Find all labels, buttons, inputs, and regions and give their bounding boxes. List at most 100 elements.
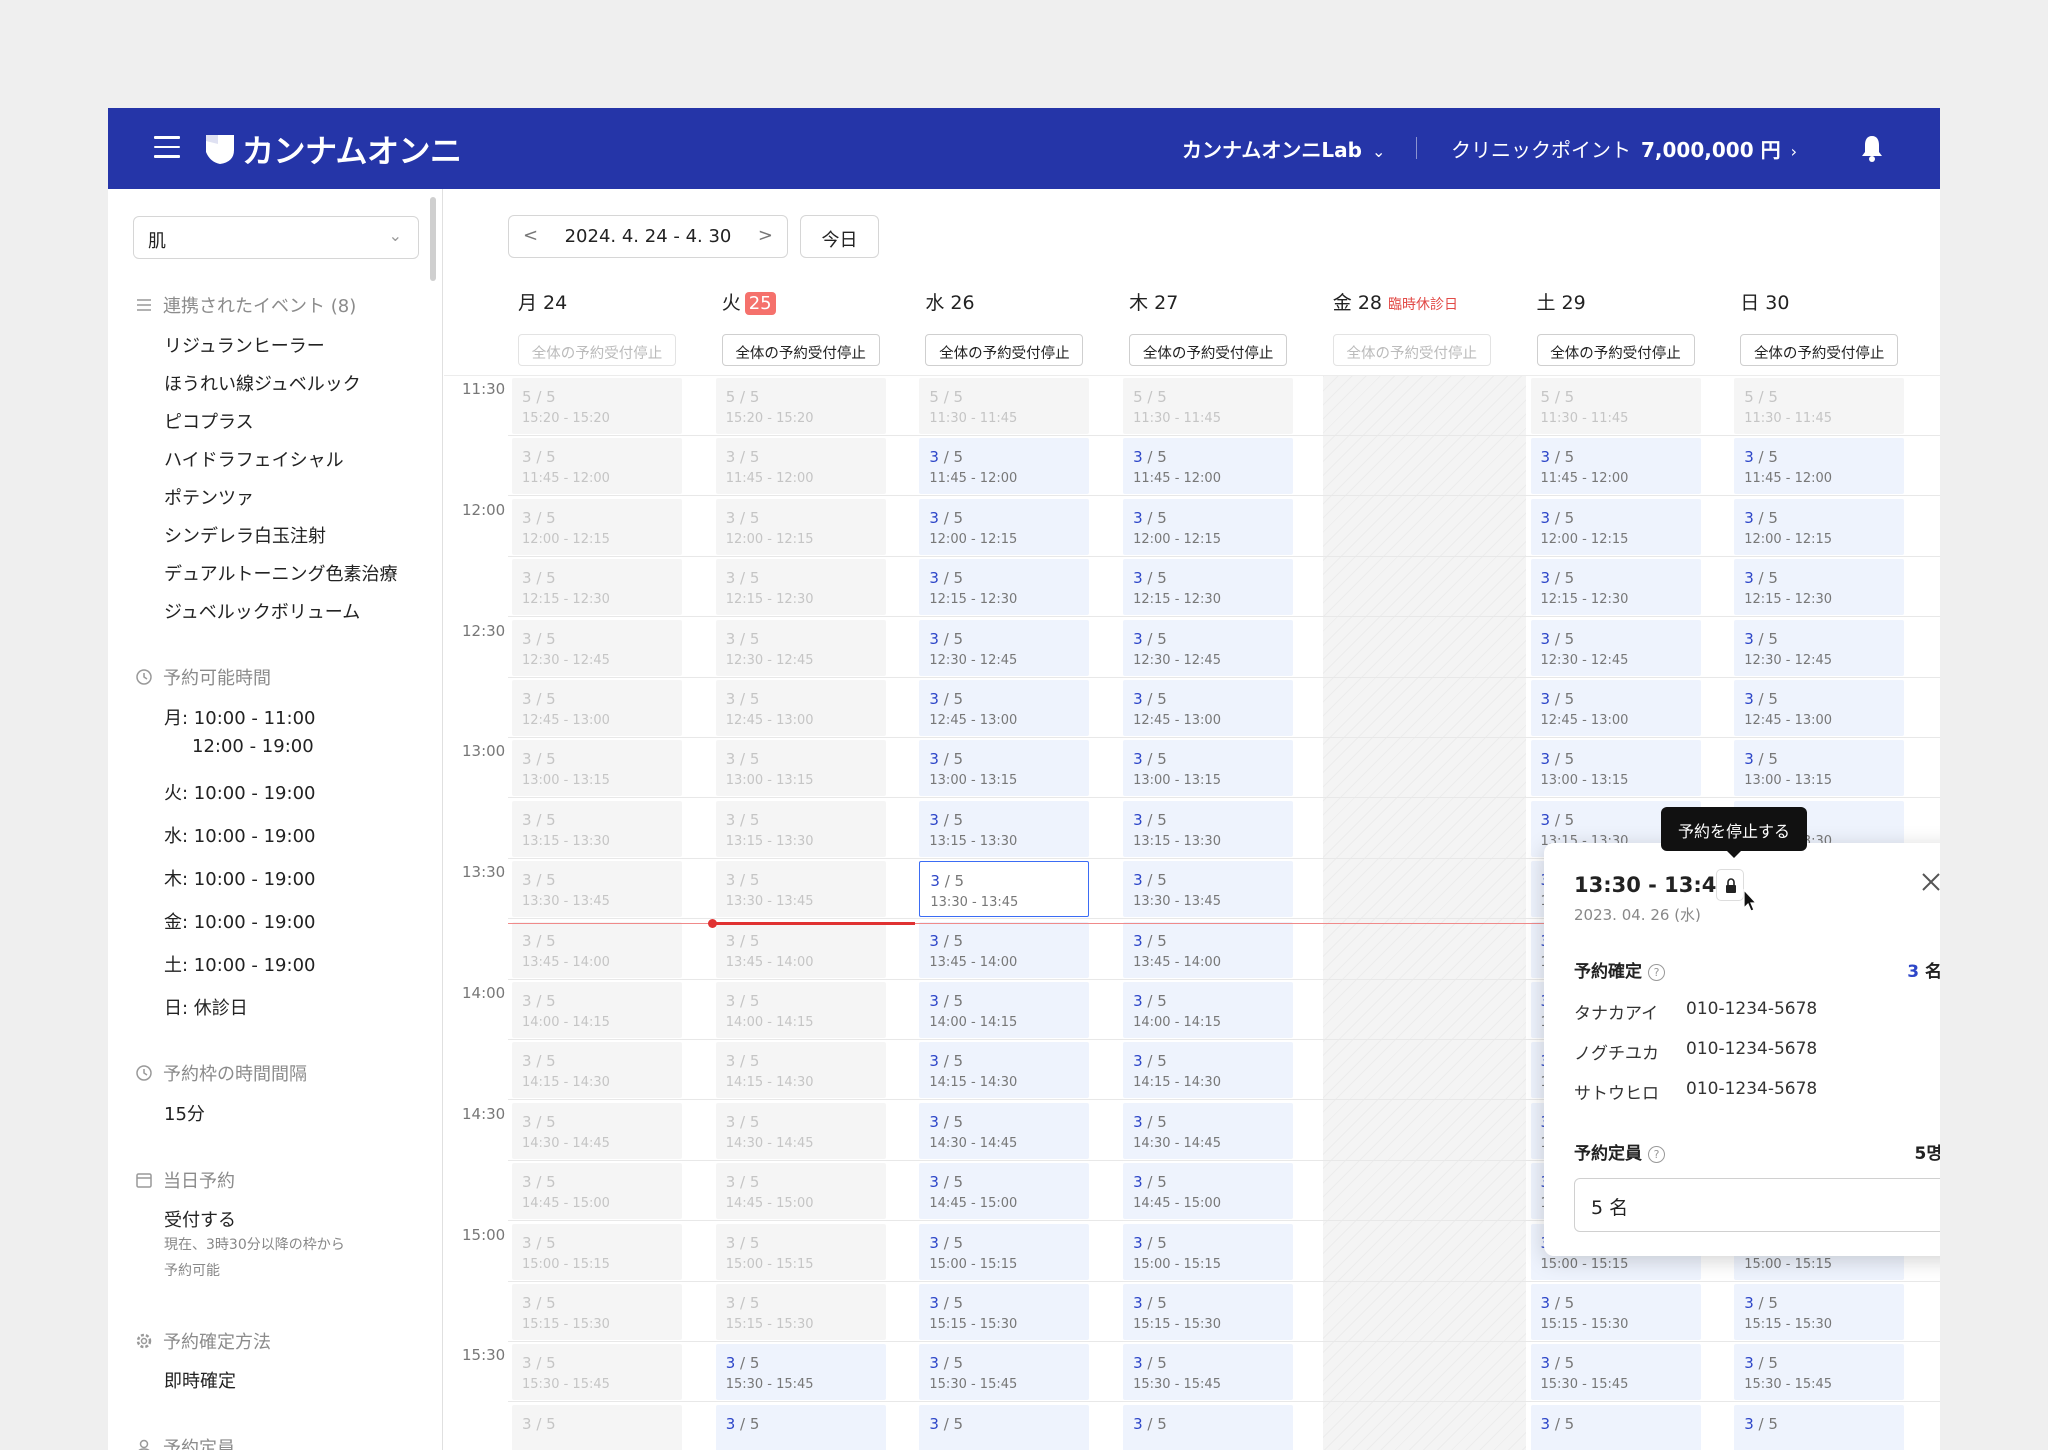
time-slot[interactable]: 3 / 5 11:45 - 12:00 — [1123, 438, 1294, 495]
time-slot[interactable]: 3 / 5 12:30 - 12:45 — [715, 619, 886, 676]
time-slot[interactable]: 3 / 5 13:45 - 14:00 — [919, 921, 1090, 978]
time-slot[interactable]: 3 / 5 14:45 - 15:00 — [919, 1163, 1090, 1220]
next-week-button[interactable]: > — [758, 225, 773, 246]
time-slot[interactable]: 3 / 5 12:00 - 12:15 — [1123, 498, 1294, 555]
today-button[interactable]: 今日 — [800, 215, 879, 258]
time-slot[interactable]: 3 / 5 12:00 - 12:15 — [715, 498, 886, 555]
time-slot[interactable]: 3 / 5 12:30 - 12:45 — [1530, 619, 1701, 676]
close-icon[interactable] — [1920, 871, 1940, 893]
time-slot[interactable]: 3 / 5 12:15 - 12:30 — [715, 559, 886, 616]
time-slot[interactable]: 3 / 5 15:15 - 15:30 — [512, 1284, 682, 1340]
time-slot[interactable]: 3 / 5 14:45 - 15:00 — [1123, 1163, 1294, 1220]
capacity-input[interactable]: 5 名 — [1574, 1178, 1940, 1232]
time-slot[interactable]: 3 / 5 14:30 - 14:45 — [715, 1102, 886, 1159]
time-slot[interactable]: 3 / 5 12:15 - 12:30 — [1530, 559, 1701, 616]
time-slot[interactable]: 3 / 5 14:45 - 15:00 — [512, 1163, 682, 1220]
time-slot[interactable]: 3 / 5 13:00 - 13:15 — [1530, 740, 1701, 797]
time-slot[interactable]: 3 / 5 13:00 - 13:15 — [919, 740, 1090, 797]
event-item[interactable]: ハイドラフェイシャル — [164, 446, 344, 472]
time-slot[interactable]: 3 / 5 11:45 - 12:00 — [1530, 438, 1701, 495]
time-slot[interactable]: 3 / 5 15:15 - 15:30 — [1734, 1284, 1905, 1340]
lock-button[interactable] — [1716, 869, 1744, 901]
time-slot[interactable]: 5 / 5 15:20 - 15:20 — [512, 378, 682, 434]
brand-logo[interactable]: カンナムオンニ — [204, 126, 462, 172]
time-slot[interactable]: 3 / 5 14:00 - 14:15 — [1123, 982, 1294, 1038]
time-slot[interactable]: 3 / 5 15:15 - 15:30 — [715, 1284, 886, 1340]
time-slot[interactable]: 3 / 5 15:00 - 15:15 — [715, 1223, 886, 1280]
time-slot[interactable]: 3 / 5 12:45 - 13:00 — [715, 680, 886, 736]
time-slot[interactable]: 3 / 5 11:45 - 12:00 — [512, 438, 682, 495]
time-slot[interactable]: 3 / 5 14:00 - 14:15 — [512, 982, 682, 1038]
event-item[interactable]: デュアルトーニング色素治療 — [164, 560, 397, 586]
time-slot[interactable]: 3 / 5 12:45 - 13:00 — [919, 680, 1090, 736]
time-slot[interactable]: 3 / 5 14:15 - 14:30 — [1123, 1042, 1294, 1099]
time-slot[interactable]: 3 / 5 11:45 - 12:00 — [1734, 438, 1905, 495]
time-slot[interactable]: 3 / 5 14:30 - 14:45 — [1123, 1102, 1294, 1159]
time-slot[interactable]: 3 / 5 13:15 - 13:30 — [512, 800, 682, 857]
time-slot[interactable]: 5 / 5 11:30 - 11:45 — [1123, 378, 1294, 434]
clinic-selector[interactable]: カンナムオンニLab ⌄ — [1182, 134, 1385, 163]
time-slot[interactable]: 5 / 5 11:30 - 11:45 — [919, 378, 1090, 434]
time-slot[interactable]: 3 / 5 12:00 - 12:15 — [1734, 498, 1905, 555]
time-slot[interactable]: 3 / 5 13:00 - 13:15 — [512, 740, 682, 797]
time-slot[interactable]: 3 / 5 14:30 - 14:45 — [919, 1102, 1090, 1159]
time-slot[interactable]: 3 / 5 15:00 - 15:15 — [919, 1223, 1090, 1280]
time-slot[interactable]: 3 / 5 11:45 - 12:00 — [715, 438, 886, 495]
menu-icon[interactable] — [154, 136, 180, 158]
time-slot[interactable]: 3 / 5 13:30 - 13:45 — [512, 861, 682, 918]
time-slot[interactable]: 3 / 5 14:15 - 14:30 — [919, 1042, 1090, 1099]
time-slot[interactable]: 3 / 5 12:45 - 13:00 — [1734, 680, 1905, 736]
time-slot[interactable]: 3 / 5 — [1123, 1404, 1294, 1450]
time-slot[interactable]: 3 / 5 14:00 - 14:15 — [715, 982, 886, 1038]
time-slot[interactable]: 3 / 5 — [1530, 1404, 1701, 1450]
stop-all-reservations-button[interactable]: 全体の予約受付停止 — [721, 334, 880, 366]
time-slot[interactable]: 3 / 5 15:15 - 15:30 — [919, 1284, 1090, 1340]
time-slot[interactable]: 3 / 5 — [715, 1404, 886, 1450]
time-slot[interactable]: 3 / 5 13:00 - 13:15 — [1734, 740, 1905, 797]
time-slot[interactable]: 5 / 5 11:30 - 11:45 — [1530, 378, 1701, 434]
time-slot[interactable]: 3 / 5 12:15 - 12:30 — [919, 559, 1090, 616]
time-slot[interactable]: 3 / 5 15:30 - 15:45 — [512, 1344, 682, 1401]
category-select[interactable]: 肌 ⌄ — [133, 216, 419, 259]
time-slot[interactable]: 3 / 5 12:45 - 13:00 — [512, 680, 682, 736]
event-item[interactable]: ジュベルックボリューム — [164, 598, 360, 624]
date-range-picker[interactable]: < 2024. 4. 24 - 4. 30 > — [508, 215, 788, 258]
time-slot[interactable]: 5 / 5 11:30 - 11:45 — [1734, 378, 1905, 434]
help-icon[interactable]: ? — [1648, 1146, 1665, 1163]
time-slot[interactable]: 3 / 5 12:15 - 12:30 — [1734, 559, 1905, 616]
time-slot[interactable]: 3 / 5 14:00 - 14:15 — [919, 982, 1090, 1038]
stop-all-reservations-button[interactable]: 全体の予約受付停止 — [1129, 334, 1288, 366]
time-slot[interactable]: 3 / 5 13:15 - 13:30 — [715, 800, 886, 857]
stop-all-reservations-button[interactable]: 全体の予約受付停止 — [1740, 334, 1899, 366]
time-slot[interactable]: 3 / 5 13:00 - 13:15 — [1123, 740, 1294, 797]
event-item[interactable]: リジュランヒーラー — [164, 332, 325, 358]
time-slot[interactable]: 5 / 5 15:20 - 15:20 — [715, 378, 886, 434]
event-item[interactable]: ほうれい線ジュベルック — [164, 370, 361, 396]
time-slot[interactable]: 3 / 5 12:45 - 13:00 — [1123, 680, 1294, 736]
event-item[interactable]: ピコプラス — [164, 408, 254, 434]
time-slot[interactable]: 3 / 5 13:30 - 13:45 — [919, 861, 1090, 918]
time-slot[interactable]: 3 / 5 12:45 - 13:00 — [1530, 680, 1701, 736]
time-slot[interactable]: 3 / 5 12:00 - 12:15 — [512, 498, 682, 555]
event-item[interactable]: シンデレラ白玉注射 — [164, 522, 326, 548]
time-slot[interactable]: 3 / 5 13:15 - 13:30 — [1123, 800, 1294, 857]
time-slot[interactable]: 3 / 5 13:45 - 14:00 — [512, 921, 682, 978]
time-slot[interactable]: 3 / 5 14:15 - 14:30 — [715, 1042, 886, 1099]
time-slot[interactable]: 3 / 5 15:30 - 15:45 — [919, 1344, 1090, 1401]
time-slot[interactable]: 3 / 5 15:15 - 15:30 — [1530, 1284, 1701, 1340]
time-slot[interactable]: 3 / 5 13:45 - 14:00 — [715, 921, 886, 978]
time-slot[interactable]: 3 / 5 14:45 - 15:00 — [715, 1163, 886, 1220]
time-slot[interactable]: 3 / 5 13:15 - 13:30 — [919, 800, 1090, 857]
time-slot[interactable]: 3 / 5 13:45 - 14:00 — [1123, 921, 1294, 978]
help-icon[interactable]: ? — [1648, 964, 1665, 981]
time-slot[interactable]: 3 / 5 15:15 - 15:30 — [1123, 1284, 1294, 1340]
time-slot[interactable]: 3 / 5 15:30 - 15:45 — [1123, 1344, 1294, 1401]
time-slot[interactable]: 3 / 5 — [919, 1404, 1090, 1450]
stop-all-reservations-button[interactable]: 全体の予約受付停止 — [925, 334, 1084, 366]
time-slot[interactable]: 3 / 5 — [1734, 1404, 1905, 1450]
time-slot[interactable]: 3 / 5 11:45 - 12:00 — [919, 438, 1090, 495]
time-slot[interactable]: 3 / 5 12:30 - 12:45 — [919, 619, 1090, 676]
event-item[interactable]: ポテンツァ — [164, 484, 254, 510]
time-slot[interactable]: 3 / 5 15:00 - 15:15 — [512, 1223, 682, 1280]
time-slot[interactable]: 3 / 5 15:30 - 15:45 — [1734, 1344, 1905, 1401]
